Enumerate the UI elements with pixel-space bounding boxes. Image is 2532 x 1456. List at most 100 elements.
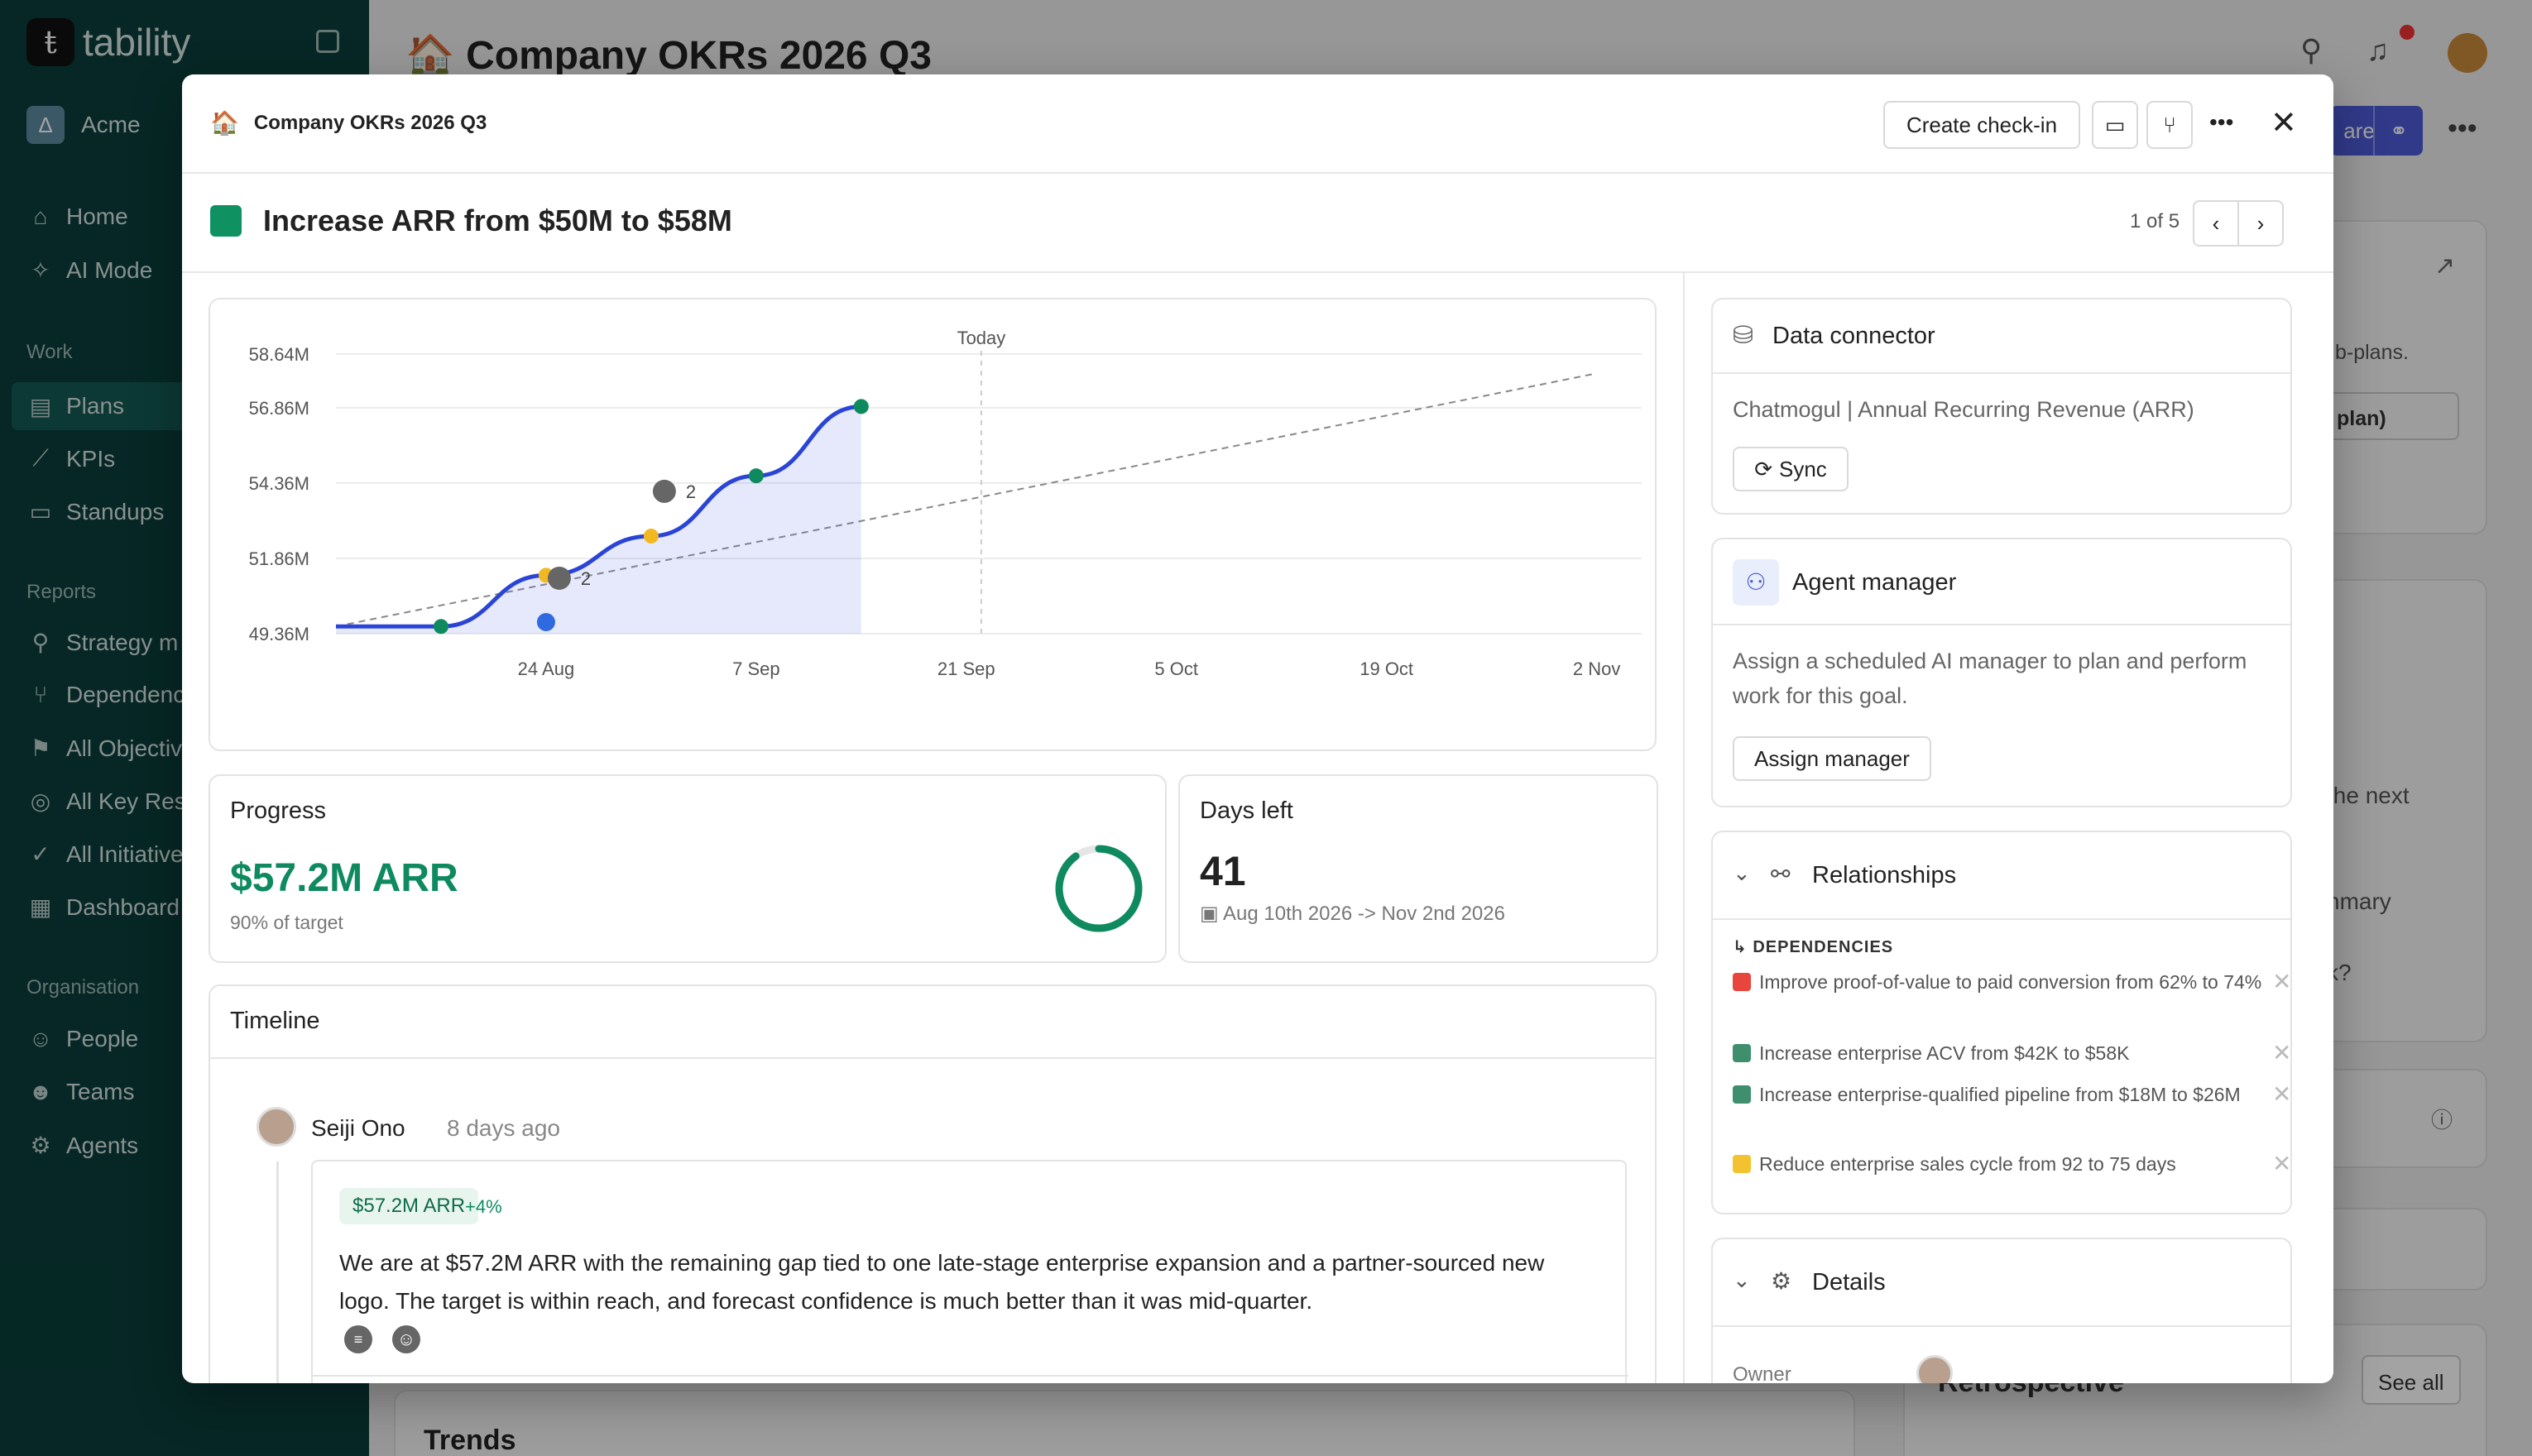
progress-chart[interactable]: 58.64M 56.86M 54.36M 51.86M 49.36M 24 Aug 7 Se… [210, 299, 1657, 751]
x-tick-label: 24 Aug [518, 659, 575, 679]
x-tick-label: 2 Nov [1573, 659, 1620, 679]
status-dot [1733, 1085, 1751, 1104]
house-icon: 🏠 [210, 110, 239, 136]
progress-label: Progress [230, 797, 327, 824]
checkin-card[interactable]: $57.2M ARR +4% We are at $57.2M ARR with… [311, 1160, 1628, 1383]
chevron-down-icon[interactable]: ⌄ [1733, 860, 1751, 886]
data-point [433, 619, 448, 635]
chevron-down-icon[interactable]: ⌄ [1733, 1267, 1751, 1293]
dependency-item[interactable]: Increase enterprise-qualified pipeline f… [1733, 1080, 2290, 1109]
data-connector-title: Data connector [1772, 323, 1935, 349]
hierarchy-icon: ⚯ [1771, 861, 1791, 887]
timeline-line [276, 1161, 279, 1383]
goal-side-column: ⛁ Data connector Chatmogul | Annual Recu… [1686, 273, 2333, 1383]
author-name[interactable]: Seiji Ono [311, 1115, 405, 1142]
author-avatar [257, 1107, 296, 1147]
data-connector-card: ⛁ Data connector Chatmogul | Annual Recu… [1711, 298, 2292, 515]
more-icon[interactable]: ••• [2209, 109, 2233, 136]
y-tick-label: 54.36M [249, 473, 309, 494]
database-icon: ⛁ [1733, 322, 1754, 349]
days-left-value: 41 [1200, 848, 1246, 894]
relationships-header[interactable]: ⌄ ⚯ Relationships [1713, 832, 2290, 920]
y-tick-label: 51.86M [249, 548, 309, 569]
close-icon[interactable]: ✕ [2271, 104, 2297, 141]
branch-icon[interactable]: ⑂ [2146, 101, 2193, 149]
remove-icon[interactable]: ✕ [2272, 1150, 2290, 1178]
status-dot [1733, 1044, 1751, 1062]
pager-text: 1 of 5 [2130, 210, 2180, 232]
progress-ring [1055, 845, 1143, 932]
timeline-label: Timeline [230, 1008, 320, 1034]
details-title: Details [1812, 1269, 1886, 1296]
checkin-delta: +4% [465, 1196, 502, 1217]
goal-modal: 🏠 Company OKRs 2026 Q3 Create check-in ▭ … [182, 74, 2333, 1383]
agent-manager-title: Agent manager [1792, 569, 1957, 596]
days-left-label: Days left [1200, 797, 1293, 824]
owner-label: Owner [1733, 1363, 1791, 1383]
refresh-icon: ⟳ [1754, 456, 1772, 481]
sync-button[interactable]: ⟳ Sync [1733, 447, 1849, 491]
relationships-title: Relationships [1812, 862, 1957, 888]
details-header[interactable]: ⌄ ⚙ Details [1713, 1239, 2290, 1327]
calendar-icon: ▣ [1200, 903, 1219, 925]
goal-header: Increase ARR from $50M to $58M 1 of 5 ‹ … [182, 174, 2333, 273]
relationships-card: ⌄ ⚯ Relationships ↳ DEPENDENCIES Improve… [1711, 831, 2292, 1214]
x-tick-label: 5 Oct [1154, 659, 1198, 679]
goal-main-column: 58.64M 56.86M 54.36M 51.86M 49.36M 24 Aug 7 Se… [182, 273, 1685, 1383]
progress-chart-card: 58.64M 56.86M 54.36M 51.86M 49.36M 24 Aug 7 Se… [209, 298, 1657, 751]
today-label: Today [957, 328, 1006, 348]
y-tick-label: 58.64M [249, 344, 309, 365]
y-tick-label: 56.86M [249, 398, 309, 419]
remove-icon[interactable]: ✕ [2272, 1080, 2290, 1109]
breadcrumb[interactable]: 🏠 Company OKRs 2026 Q3 [210, 109, 487, 136]
agent-manager-header: ⚇ Agent manager [1713, 539, 2290, 625]
create-checkin-button[interactable]: Create check-in [1883, 101, 2080, 149]
progress-value: $57.2M ARR [230, 856, 458, 900]
data-connector-header: ⛁ Data connector [1713, 299, 2290, 374]
dependency-item[interactable]: Reduce enterprise sales cycle from 92 to… [1733, 1150, 2290, 1178]
date-range: ▣ Aug 10th 2026 -> Nov 2nd 2026 [1200, 903, 1505, 925]
owner-avatar[interactable] [1916, 1355, 1953, 1383]
progress-card: Progress $57.2M ARR 90% of target [209, 774, 1167, 963]
present-icon[interactable]: ▭ [2092, 101, 2138, 149]
progress-subtext: 90% of target [230, 912, 343, 933]
next-goal-icon[interactable]: › [2237, 200, 2284, 247]
timeline-card: Timeline Seiji Ono 8 days ago $57.2M ARR… [209, 984, 1657, 1383]
dependencies-label: ↳ DEPENDENCIES [1733, 938, 1894, 956]
comment-marker [547, 566, 571, 590]
reaction-icon[interactable]: ☺ [392, 1325, 420, 1353]
comment-count: 2 [686, 481, 696, 502]
goal-title[interactable]: Increase ARR from $50M to $58M [263, 204, 732, 238]
dependency-item[interactable]: Improve proof-of-value to paid conversio… [1733, 968, 2290, 996]
comment-count: 2 [581, 568, 591, 589]
gear-icon: ⚙ [1771, 1268, 1792, 1294]
timeline-header: Timeline [210, 986, 1655, 1059]
remove-icon[interactable]: ✕ [2272, 968, 2290, 996]
details-card: ⌄ ⚙ Details Owner [1711, 1238, 2292, 1383]
x-tick-label: 7 Sep [732, 659, 780, 679]
data-source: Chatmogul | Annual Recurring Revenue (AR… [1733, 397, 2194, 422]
data-point [643, 528, 659, 544]
y-tick-label: 49.36M [249, 624, 309, 644]
dependency-item[interactable]: Increase enterprise ACV from $42K to $58… [1733, 1039, 2290, 1067]
days-left-card: Days left 41 ▣ Aug 10th 2026 -> Nov 2nd … [1178, 774, 1658, 963]
checkin-marker [536, 613, 555, 631]
previous-goal-icon[interactable]: ‹ [2193, 200, 2239, 247]
x-tick-label: 21 Sep [938, 659, 995, 679]
checkin-value-tag: $57.2M ARR [339, 1188, 479, 1224]
remove-icon[interactable]: ✕ [2272, 1039, 2290, 1067]
agent-manager-description: Assign a scheduled AI manager to plan an… [1733, 649, 2247, 708]
comment-icon[interactable]: ≡ [344, 1325, 372, 1353]
data-point [853, 399, 869, 414]
series-area [336, 406, 861, 634]
robot-icon: ⚇ [1733, 559, 1779, 606]
divider [313, 1375, 1628, 1377]
modal-header: 🏠 Company OKRs 2026 Q3 Create check-in ▭ … [182, 74, 2333, 174]
assign-manager-button[interactable]: Assign manager [1733, 736, 1931, 781]
arrow-return-icon: ↳ [1733, 938, 1748, 956]
x-tick-label: 19 Oct [1360, 659, 1413, 679]
agent-manager-card: ⚇ Agent manager Assign a scheduled AI ma… [1711, 538, 2292, 807]
goal-status-icon [210, 205, 242, 237]
comment-marker [652, 479, 676, 503]
checkin-body: We are at $57.2M ARR with the remaining … [339, 1250, 1545, 1314]
